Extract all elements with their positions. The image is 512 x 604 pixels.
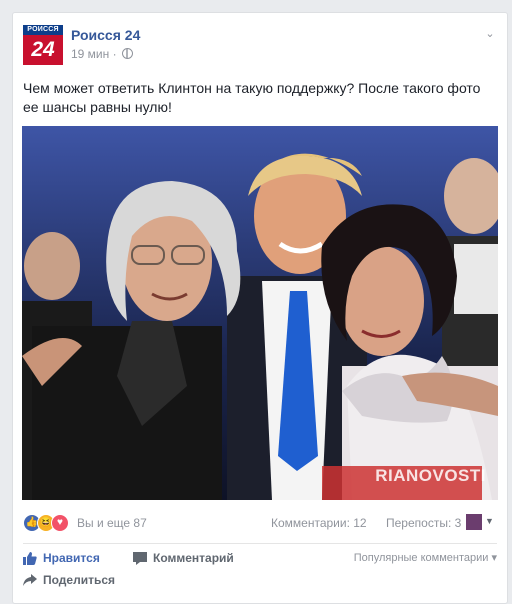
logo-top-text: РОИССЯ — [23, 25, 63, 35]
reactions-bar: 👍 😆 ♥ Вы и еще 87 Комментарии: 12 Перепо… — [23, 513, 497, 533]
comment-icon — [133, 552, 147, 565]
post-text: Чем может ответить Клинтон на такую подд… — [23, 80, 481, 115]
post-actions: Нравится Комментарий Популярные коммента… — [23, 549, 497, 597]
meta-separator: · — [112, 47, 117, 61]
globe-icon[interactable] — [121, 48, 133, 59]
share-icon — [23, 574, 37, 586]
post-photo[interactable]: RIANOVOSTI — [22, 126, 498, 500]
post-meta: 19 мин · — [71, 47, 133, 61]
share-label: Поделиться — [43, 573, 116, 587]
comments-count[interactable]: Комментарии: 12 — [271, 516, 367, 530]
comment-sort-dropdown[interactable]: Популярные комментарии ▾ — [354, 551, 497, 564]
post-timestamp[interactable]: 19 мин — [71, 47, 109, 61]
love-icon[interactable]: ♥ — [51, 514, 69, 532]
like-label: Нравится — [43, 551, 100, 565]
chevron-down-icon[interactable]: ⌄ — [483, 27, 497, 41]
logo-number: 24 — [31, 38, 55, 61]
thumbs-up-icon — [23, 552, 37, 565]
comment-label: Комментарий — [153, 551, 234, 565]
reaction-count[interactable]: Вы и еще 87 — [77, 516, 147, 530]
shares-count[interactable]: Перепосты: 3 — [386, 516, 461, 530]
post-header: РОИССЯ 24 Роисся 24 19 мин · ⌄ — [23, 25, 497, 65]
caret-down-icon[interactable]: ▼ — [485, 516, 494, 526]
share-button[interactable]: Поделиться — [23, 571, 115, 589]
avatar[interactable] — [466, 514, 482, 530]
divider — [23, 543, 497, 544]
post-card: РОИССЯ 24 Роисся 24 19 мин · ⌄ Чем может… — [12, 12, 508, 604]
page-name-link[interactable]: Роисся 24 — [71, 27, 140, 43]
like-button[interactable]: Нравится — [23, 549, 100, 567]
page-avatar[interactable]: РОИССЯ 24 — [23, 25, 63, 65]
comment-button[interactable]: Комментарий — [133, 549, 234, 567]
photo-illustration — [22, 126, 498, 500]
photo-watermark: RIANOVOSTI — [375, 466, 486, 485]
